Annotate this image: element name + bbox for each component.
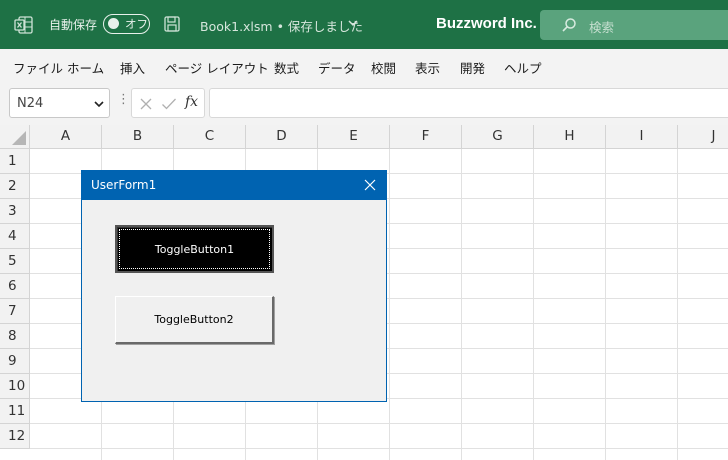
toggle-knob [108,18,119,29]
row-header-4[interactable]: 4 [0,224,30,249]
column-header-f[interactable]: F [390,125,462,149]
row-header-2[interactable]: 2 [0,174,30,199]
autosave-label: 自動保存 [49,18,98,32]
menu-review[interactable]: 校閲 [371,58,396,77]
name-box-value: N24 [17,96,44,111]
row-header-3[interactable]: 3 [0,199,30,224]
row-header-12[interactable]: 12 [0,424,30,449]
menu-help[interactable]: ヘルプ [504,58,542,77]
formula-buttons: fx [131,88,205,118]
formula-bar-resize-handle[interactable]: ⋮ [117,92,130,107]
menu-page-layout[interactable]: ページ レイアウト [165,58,269,77]
save-icon[interactable] [163,15,181,33]
company-name: Buzzword Inc. [436,15,537,32]
search-placeholder: 検索 [589,20,615,35]
row-header-9[interactable]: 9 [0,349,30,374]
title-bar: 自動保存 オフ Book1.xlsm • 保存しました Buzzword Inc… [0,0,728,49]
menu-file[interactable]: ファイル [13,58,63,77]
toggle-button-1[interactable]: ToggleButton1 [115,225,274,273]
userform-title-bar[interactable]: UserForm1 [82,171,386,200]
search-icon [562,18,576,32]
row-header-6[interactable]: 6 [0,274,30,299]
menu-developer[interactable]: 開発 [460,58,485,77]
column-header-j[interactable]: J [678,125,728,149]
autosave-toggle[interactable]: オフ [103,14,150,34]
menu-home[interactable]: ホーム [67,58,104,77]
select-all-corner[interactable] [0,125,30,149]
formula-input[interactable] [209,88,728,118]
userform-dialog: UserForm1 ToggleButton1 ToggleButton2 [81,170,387,402]
formula-bar: N24 ⋮ fx [0,83,728,125]
row-header-11[interactable]: 11 [0,399,30,424]
row-header-8[interactable]: 8 [0,324,30,349]
menu-view[interactable]: 表示 [415,58,440,77]
insert-function-icon[interactable]: fx [185,94,198,110]
menu-data[interactable]: データ [318,58,356,77]
menu-formulas[interactable]: 数式 [274,58,299,77]
column-header-e[interactable]: E [318,125,390,149]
file-name[interactable]: Book1.xlsm • 保存しました [200,16,363,35]
userform-title: UserForm1 [91,178,157,192]
chevron-down-icon[interactable] [94,100,104,108]
column-header-a[interactable]: A [30,125,102,149]
autosave-state: オフ [125,17,148,31]
select-all-triangle-icon [12,131,26,145]
column-header-c[interactable]: C [174,125,246,149]
excel-icon[interactable] [14,15,34,35]
column-header-g[interactable]: G [462,125,534,149]
column-header-b[interactable]: B [102,125,174,149]
column-header-h[interactable]: H [534,125,606,149]
cancel-icon[interactable] [139,97,153,111]
row-header-7[interactable]: 7 [0,299,30,324]
enter-check-icon[interactable] [161,97,177,111]
row-header-10[interactable]: 10 [0,374,30,399]
menu-insert[interactable]: 挿入 [120,58,145,77]
name-box[interactable]: N24 [9,88,110,118]
ribbon-menu: ファイル ホーム 挿入 ページ レイアウト 数式 データ 校閲 表示 開発 ヘル… [0,49,728,83]
row-header-1[interactable]: 1 [0,149,30,174]
close-icon[interactable] [364,179,376,191]
column-header-d[interactable]: D [246,125,318,149]
row-header-5[interactable]: 5 [0,249,30,274]
chevron-down-icon[interactable] [347,18,359,28]
search-box[interactable]: 検索 [540,10,728,40]
column-header-i[interactable]: I [606,125,678,149]
toggle-button-2[interactable]: ToggleButton2 [115,296,274,344]
